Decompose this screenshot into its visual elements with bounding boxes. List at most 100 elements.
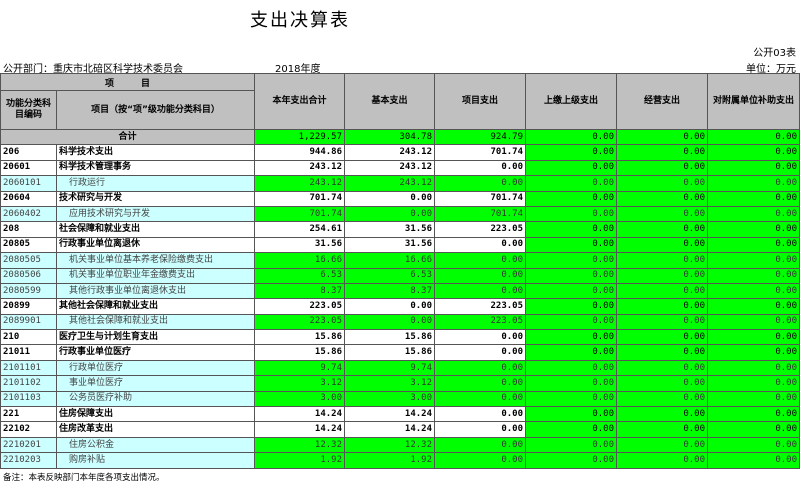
row-value: 6.53: [254, 267, 346, 284]
row-value: 1.92: [344, 452, 436, 469]
row-value: 701.74: [254, 205, 346, 223]
row-value: 0.00: [434, 421, 527, 438]
row-value: 223.05: [434, 313, 527, 331]
page-title: 支出决算表: [250, 10, 350, 31]
row-value: 0.00: [616, 329, 709, 346]
row-value: 0.00: [707, 267, 800, 284]
row-value: 223.05: [254, 313, 346, 331]
header-col-project: 项目支出: [434, 73, 527, 130]
row-value: 0.00: [434, 252, 527, 269]
table-row: 21011 行政事业单位医疗 15.86 15.86 0.00 0.00 0.00 0.00: [0, 344, 800, 361]
row-value: 0.00: [707, 159, 800, 177]
table-row: 2101101 行政单位医疗 9.74 9.74 0.00 0.00 0.00 0.00: [0, 359, 800, 377]
row-value: 0.00: [434, 375, 527, 392]
row-name: 公务员医疗补助: [55, 390, 256, 408]
row-value: 0.00: [707, 329, 800, 346]
row-value: 924.79: [434, 128, 527, 146]
row-value: 0.00: [525, 144, 618, 161]
row-value: 0.00: [616, 390, 709, 408]
row-value: 0.00: [525, 221, 618, 238]
row-value: 0.00: [707, 313, 800, 331]
row-value: 0.00: [616, 252, 709, 269]
row-name: 机关事业单位职业年金缴费支出: [55, 267, 256, 284]
table-row: 22102 住房改革支出 14.24 14.24 0.00 0.00 0.00 0.00: [0, 421, 800, 438]
row-value: 0.00: [707, 144, 800, 161]
row-value: 0.00: [525, 406, 618, 423]
header-col-basic: 基本支出: [344, 73, 436, 130]
table-row: 210 医疗卫生与计划生育支出 15.86 15.86 0.00 0.00 0.00 0.00: [0, 329, 800, 346]
row-name: 住房公积金: [55, 436, 256, 454]
row-value: 0.00: [525, 298, 618, 315]
row-value: 0.00: [616, 144, 709, 161]
form-number: 公开03表: [753, 48, 796, 59]
row-value: 0.00: [707, 390, 800, 408]
row-value: 0.00: [525, 128, 618, 146]
row-value: 16.66: [344, 252, 436, 269]
header-code: 功能分类科目编码: [0, 90, 57, 130]
table-row: 20601 科学技术管理事务 243.12 243.12 0.00 0.00 0.00 0.0…: [0, 159, 800, 177]
row-value: 701.74: [434, 205, 527, 223]
row-name: 科学技术管理事务: [55, 159, 256, 177]
table-row: 208 社会保障和就业支出 254.61 31.56 223.05 0.00 0.00 0.0…: [0, 221, 800, 238]
row-name: 合计: [0, 128, 256, 146]
row-code: 2080506: [0, 267, 57, 284]
row-value: 254.61: [254, 221, 346, 238]
row-value: 0.00: [525, 359, 618, 377]
row-code: 22102: [0, 421, 57, 438]
row-value: 0.00: [434, 390, 527, 408]
row-value: 0.00: [525, 236, 618, 254]
header-col-total: 本年支出合计: [254, 73, 346, 130]
row-name: 行政事业单位离退休: [55, 236, 256, 254]
row-value: 3.00: [254, 390, 346, 408]
row-code: 221: [0, 406, 57, 423]
row-value: 243.12: [344, 159, 436, 177]
row-value: 0.00: [616, 190, 709, 207]
row-name: 行政事业单位医疗: [55, 344, 256, 361]
table-row: 2060402 应用技术研究与开发 701.74 0.00 701.74 0.00 0.00…: [0, 205, 800, 223]
row-code: 2080505: [0, 252, 57, 269]
row-value: 0.00: [707, 406, 800, 423]
header-name: 项目（按“项”级功能分类科目）: [55, 90, 256, 130]
row-name: 购房补贴: [55, 452, 256, 469]
row-code: 20899: [0, 298, 57, 315]
row-value: 0.00: [707, 190, 800, 207]
table-row: 2101103 公务员医疗补助 3.00 3.00 0.00 0.00 0.00 0.00: [0, 390, 800, 408]
row-value: 0.00: [525, 390, 618, 408]
row-code: 208: [0, 221, 57, 238]
row-value: 223.05: [254, 298, 346, 315]
row-value: 0.00: [707, 452, 800, 469]
row-code: 20601: [0, 159, 57, 177]
row-name: 其他社会保障和就业支出: [55, 313, 256, 331]
row-name: 社会保障和就业支出: [55, 221, 256, 238]
row-code: 2101103: [0, 390, 57, 408]
row-value: 1,229.57: [254, 128, 346, 146]
row-name: 科学技术支出: [55, 144, 256, 161]
row-value: 3.00: [344, 390, 436, 408]
row-value: 243.12: [344, 144, 436, 161]
table-row: 2210201 住房公积金 12.32 12.32 0.00 0.00 0.00 0.00: [0, 436, 800, 454]
row-value: 0.00: [525, 313, 618, 331]
row-value: 944.86: [254, 144, 346, 161]
footnote: 备注：本表反映部门本年度各项支出情况。: [3, 473, 165, 483]
row-value: 14.24: [344, 421, 436, 438]
table-row: 20899 其他社会保障和就业支出 223.05 0.00 223.05 0.00 0.00…: [0, 298, 800, 315]
row-name: 其他行政事业单位离退休支出: [55, 282, 256, 300]
row-name: 其他社会保障和就业支出: [55, 298, 256, 315]
row-code: 2101102: [0, 375, 57, 392]
row-value: 8.37: [344, 282, 436, 300]
table-row: 2101102 事业单位医疗 3.12 3.12 0.00 0.00 0.00 0.00: [0, 375, 800, 392]
row-code: 2210201: [0, 436, 57, 454]
row-value: 15.86: [254, 329, 346, 346]
row-code: 20604: [0, 190, 57, 207]
row-value: 0.00: [434, 159, 527, 177]
row-value: 9.74: [254, 359, 346, 377]
row-value: 0.00: [434, 282, 527, 300]
row-value: 243.12: [254, 159, 346, 177]
row-value: 0.00: [707, 175, 800, 192]
row-value: 0.00: [707, 298, 800, 315]
row-value: 0.00: [707, 221, 800, 238]
row-value: 0.00: [616, 436, 709, 454]
row-code: 2060101: [0, 175, 57, 192]
row-value: 0.00: [616, 159, 709, 177]
table-row: 2210203 购房补贴 1.92 1.92 0.00 0.00 0.00 0.00: [0, 452, 800, 469]
